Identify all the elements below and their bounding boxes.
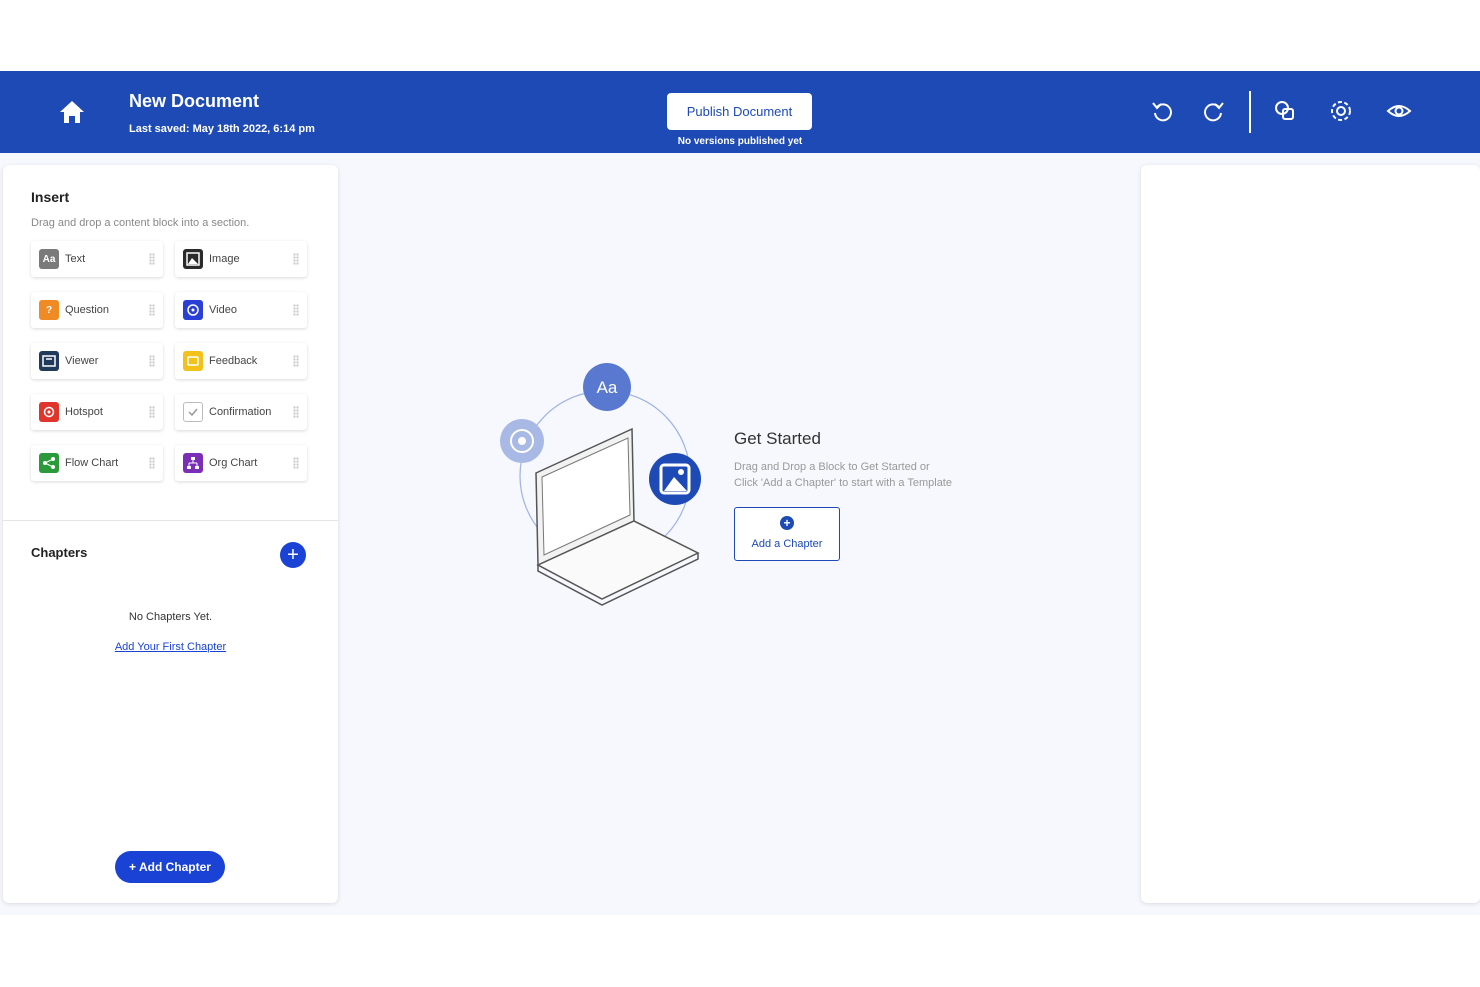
get-started-line-1: Drag and Drop a Block to Get Started or [734, 461, 930, 473]
confirmation-icon [183, 402, 203, 422]
theme-icon[interactable] [1271, 97, 1299, 125]
drag-handle-icon[interactable] [293, 304, 299, 316]
drag-handle-icon[interactable] [149, 355, 155, 367]
drag-handle-icon[interactable] [293, 406, 299, 418]
add-a-chapter-button[interactable]: + Add a Chapter [734, 507, 840, 561]
hotspot-icon [39, 402, 59, 422]
block-label: Image [209, 253, 240, 265]
viewer-icon [39, 351, 59, 371]
drag-handle-icon[interactable] [293, 457, 299, 469]
block-text[interactable]: Aa Text [31, 241, 163, 277]
add-a-chapter-label: Add a Chapter [751, 538, 823, 550]
block-image[interactable]: Image [175, 241, 307, 277]
drag-handle-icon[interactable] [149, 253, 155, 265]
app-window: New Document Last saved: May 18th 2022, … [0, 71, 1480, 915]
section-divider [3, 520, 338, 521]
drag-handle-icon[interactable] [293, 355, 299, 367]
get-started-description: Drag and Drop a Block to Get Started or … [734, 459, 994, 491]
block-hotspot[interactable]: Hotspot [31, 394, 163, 430]
block-org-chart[interactable]: Org Chart [175, 445, 307, 481]
bubble-text: Aa [597, 378, 618, 397]
text-bubble-icon: Aa [583, 363, 631, 411]
publish-status-text: No versions published yet [677, 136, 803, 147]
block-flow-chart[interactable]: Flow Chart [31, 445, 163, 481]
flow-chart-icon [39, 453, 59, 473]
image-icon [183, 249, 203, 269]
content-block-grid: Aa Text Image ? Question Video Viewer Fe… [31, 241, 311, 481]
insert-subtitle: Drag and drop a content block into a sec… [31, 217, 250, 229]
get-started-line-2: Click 'Add a Chapter' to start with a Te… [734, 477, 952, 489]
image-bubble-icon [649, 453, 701, 505]
target-bubble-icon [500, 419, 544, 463]
settings-icon[interactable] [1327, 97, 1355, 125]
right-sidebar [1141, 165, 1480, 903]
laptop-illustration: Aa [500, 363, 701, 606]
add-chapter-plus-button[interactable]: + [280, 542, 306, 568]
undo-icon[interactable] [1149, 97, 1177, 125]
block-video[interactable]: Video [175, 292, 307, 328]
chapters-heading: Chapters [31, 545, 88, 560]
top-bar: New Document Last saved: May 18th 2022, … [0, 71, 1480, 153]
block-label: Feedback [209, 355, 258, 367]
block-label: Hotspot [65, 406, 103, 418]
insert-heading: Insert [31, 189, 70, 205]
redo-icon[interactable] [1199, 97, 1227, 125]
left-sidebar: Insert Drag and drop a content block int… [3, 165, 338, 903]
document-title[interactable]: New Document [129, 91, 259, 112]
drag-handle-icon[interactable] [149, 304, 155, 316]
block-label: Org Chart [209, 457, 258, 469]
block-label: Question [65, 304, 110, 316]
block-feedback[interactable]: Feedback [175, 343, 307, 379]
publish-document-button[interactable]: Publish Document [667, 93, 812, 130]
get-started-title: Get Started [734, 429, 821, 448]
block-question[interactable]: ? Question [31, 292, 163, 328]
drag-handle-icon[interactable] [149, 457, 155, 469]
feedback-icon [183, 351, 203, 371]
block-viewer[interactable]: Viewer [31, 343, 163, 379]
block-label: Text [65, 253, 86, 265]
toolbar-divider [1249, 91, 1251, 133]
org-chart-icon [183, 453, 203, 473]
no-chapters-text: No Chapters Yet. [128, 611, 213, 623]
block-label: Confirmation [209, 406, 272, 418]
drag-handle-icon[interactable] [149, 406, 155, 418]
block-confirmation[interactable]: Confirmation [175, 394, 307, 430]
drag-handle-icon[interactable] [293, 253, 299, 265]
home-icon[interactable] [58, 99, 86, 125]
add-first-chapter-link[interactable]: Add Your First Chapter [3, 641, 338, 653]
video-icon [183, 300, 203, 320]
question-icon: ? [39, 300, 59, 320]
add-chapter-button[interactable]: + Add Chapter [115, 851, 225, 883]
text-icon: Aa [39, 249, 59, 269]
plus-circle-icon: + [780, 516, 794, 530]
preview-icon[interactable] [1385, 97, 1413, 125]
last-saved-text: Last saved: May 18th 2022, 6:14 pm [129, 123, 315, 135]
block-label: Flow Chart [65, 457, 119, 469]
block-label: Viewer [65, 355, 99, 367]
block-label: Video [209, 304, 237, 316]
